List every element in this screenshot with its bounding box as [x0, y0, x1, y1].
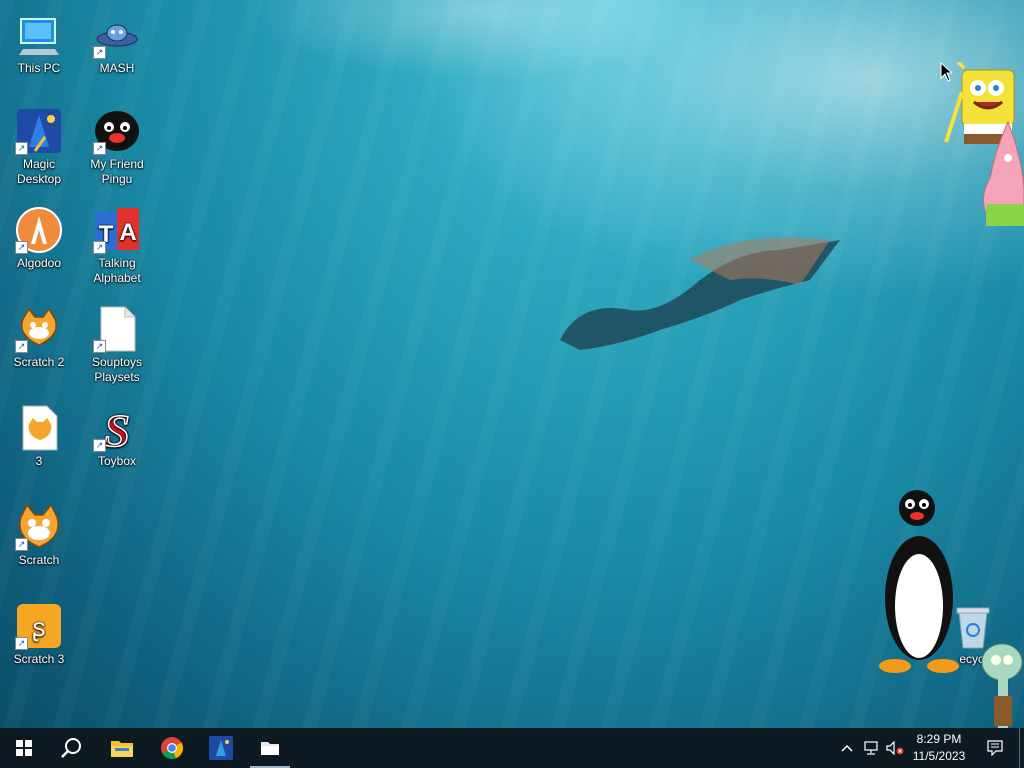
- chrome-icon: [161, 737, 184, 760]
- desktop-icon-this-pc[interactable]: This PC: [1, 3, 77, 76]
- pingu-icon: ↗: [93, 107, 141, 155]
- start-button[interactable]: [0, 728, 48, 768]
- pingu-character: [879, 490, 959, 673]
- taskbar-clock[interactable]: 8:29 PM 11/5/2023: [904, 728, 974, 768]
- volume-muted-icon: [886, 741, 904, 755]
- desktop-icon-3[interactable]: 3: [1, 396, 77, 469]
- shortcut-arrow-icon: ↗: [15, 538, 28, 551]
- desktop-icon-souptoys-playsets[interactable]: ↗ Souptoys Playsets: [79, 297, 155, 385]
- taskbar-chrome[interactable]: [148, 728, 196, 768]
- shortcut-arrow-icon: ↗: [15, 340, 28, 353]
- clock-date: 11/5/2023: [912, 749, 966, 763]
- wizard-icon: ↗: [15, 107, 63, 155]
- svg-text:A: A: [119, 219, 136, 246]
- toybox-icon: S ↗: [93, 404, 141, 452]
- notification-icon: [987, 740, 1003, 756]
- shortcut-arrow-icon: ↗: [15, 241, 28, 254]
- alphabet-blocks-icon: TA ↗: [93, 206, 141, 254]
- desktop-icon-algodoo[interactable]: ↗ Algodoo: [1, 198, 77, 271]
- mouse-cursor-icon: [940, 62, 952, 82]
- scratch-cat-icon: ↗: [15, 503, 63, 551]
- shortcut-arrow-icon: ↗: [93, 241, 106, 254]
- blank-file-icon: ↗: [93, 305, 141, 353]
- search-button[interactable]: [48, 728, 96, 768]
- window-app-icon: [261, 742, 279, 755]
- desktop-icon-scratch[interactable]: ↗ Scratch: [1, 495, 77, 568]
- desktop-icon-toybox[interactable]: S ↗ Toybox: [79, 396, 155, 469]
- taskbar-magic-desktop[interactable]: [197, 728, 245, 768]
- computer-icon: [15, 11, 63, 59]
- taskbar: 8:29 PM 11/5/2023: [0, 728, 1024, 768]
- shortcut-arrow-icon: ↗: [15, 142, 28, 155]
- diver-silhouette: [560, 237, 840, 350]
- patrick-character: [983, 120, 1024, 226]
- search-icon: [61, 738, 81, 758]
- volume-button[interactable]: [884, 728, 906, 768]
- scratch-file-icon: [15, 404, 63, 452]
- desktop-icon-scratch-3[interactable]: ʂ ↗ Scratch 3: [1, 594, 77, 667]
- desktop-icon-scratch-2[interactable]: ↗ Scratch 2: [1, 297, 77, 370]
- clock-time: 8:29 PM: [916, 732, 962, 746]
- folder-icon: [111, 741, 133, 757]
- network-icon: [864, 741, 878, 755]
- desktop-icon-my-friend-pingu[interactable]: ↗ My Friend Pingu: [79, 99, 155, 187]
- shortcut-arrow-icon: ↗: [15, 637, 28, 650]
- shortcut-arrow-icon: ↗: [93, 439, 106, 452]
- shortcut-arrow-icon: ↗: [93, 46, 106, 59]
- notification-button[interactable]: [980, 728, 1010, 768]
- desktop-icon-talking-alphabet[interactable]: TA ↗ Talking Alphabet: [79, 198, 155, 286]
- desktop-icon-magic-desktop[interactable]: ↗ Magic Desktop: [1, 99, 77, 187]
- squidward-character: [981, 643, 1023, 728]
- magic-desktop-icon: [209, 736, 233, 760]
- svg-text:S: S: [104, 405, 130, 452]
- chevron-up-icon: [841, 744, 853, 752]
- shortcut-arrow-icon: ↗: [93, 142, 106, 155]
- shortcut-arrow-icon: ↗: [93, 340, 106, 353]
- taskbar-file-explorer[interactable]: [98, 728, 146, 768]
- show-desktop-button[interactable]: [1019, 728, 1024, 768]
- svg-text:ʂ: ʂ: [33, 612, 46, 642]
- taskbar-open-window[interactable]: [246, 728, 294, 768]
- scratch-3-icon: ʂ ↗: [15, 602, 63, 650]
- tray-overflow-button[interactable]: [836, 728, 858, 768]
- ufo-icon: ↗: [93, 11, 141, 59]
- network-button[interactable]: [860, 728, 882, 768]
- scratch-cat-icon: ↗: [15, 305, 63, 353]
- desktop-wallpaper[interactable]: This PC ↗ Magic Desktop ↗ Algodoo ↗ Scra…: [0, 0, 1024, 728]
- windows-logo-icon: [16, 740, 32, 756]
- desktop-icon-mash[interactable]: ↗ MASH: [79, 3, 155, 76]
- algodoo-icon: ↗: [15, 206, 63, 254]
